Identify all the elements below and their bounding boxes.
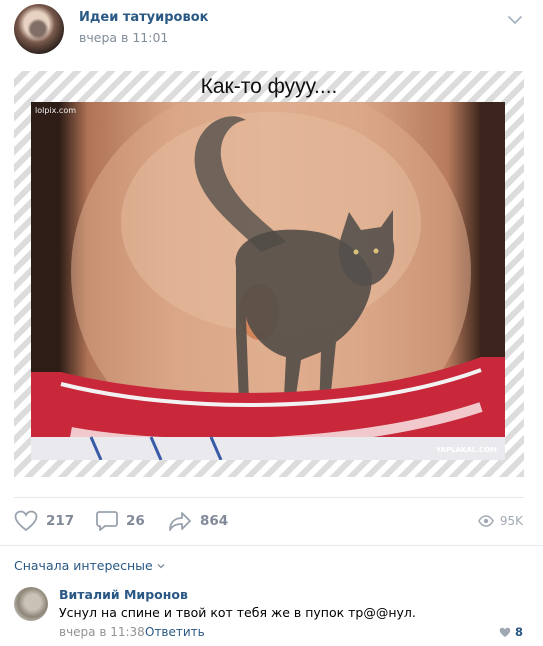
comment-like-count: 8: [514, 625, 523, 639]
comment-like-button[interactable]: 8: [499, 625, 523, 639]
heart-icon: [499, 627, 511, 637]
divider: [14, 497, 524, 498]
comment-author[interactable]: Виталий Миронов: [59, 587, 188, 602]
share-count: 864: [200, 513, 229, 529]
post-actions: 217 26 864 95K: [0, 505, 543, 537]
author-name[interactable]: Идеи татуировок: [79, 10, 208, 25]
chevron-down-icon[interactable]: [507, 14, 523, 26]
share-button[interactable]: 864: [168, 505, 228, 537]
post-header: Идеи татуировок вчера в 11:01: [0, 0, 543, 60]
reply-button[interactable]: Ответить: [145, 625, 205, 639]
divider: [0, 545, 543, 546]
author-avatar[interactable]: [14, 4, 64, 54]
views-count: 95K: [499, 514, 523, 528]
like-button[interactable]: 217: [14, 505, 74, 537]
watermark-text: lolpix.com: [35, 106, 77, 115]
comment-count: 26: [126, 513, 145, 529]
chevron-down-icon: [157, 563, 165, 568]
cat-tattoo-illustration: [31, 102, 505, 460]
image-caption: Как-то фууу....: [200, 75, 338, 98]
post-image[interactable]: Как-то фууу.... lolpix.com YAPLAKAL.COM: [14, 71, 524, 477]
like-count: 217: [46, 513, 75, 529]
share-icon: [169, 512, 191, 531]
comments-sort-dropdown[interactable]: Сначала интересные: [14, 558, 165, 573]
comment-button[interactable]: 26: [96, 505, 145, 537]
comment-author-avatar[interactable]: [14, 587, 48, 621]
views-counter: 95K: [478, 505, 523, 537]
eye-icon: [478, 515, 494, 527]
sort-label: Сначала интересные: [14, 558, 153, 573]
watermark-text: YAPLAKAL.COM: [436, 446, 497, 454]
tattoo-photo: lolpix.com YAPLAKAL.COM: [31, 102, 505, 460]
post-time[interactable]: вчера в 11:01: [79, 30, 168, 45]
heart-icon: [14, 510, 38, 532]
comment-icon: [96, 511, 118, 531]
comment-time[interactable]: вчера в 11:38: [59, 625, 145, 639]
comment-text: Уснул на спине и твой кот тебя же в пупо…: [59, 605, 416, 620]
